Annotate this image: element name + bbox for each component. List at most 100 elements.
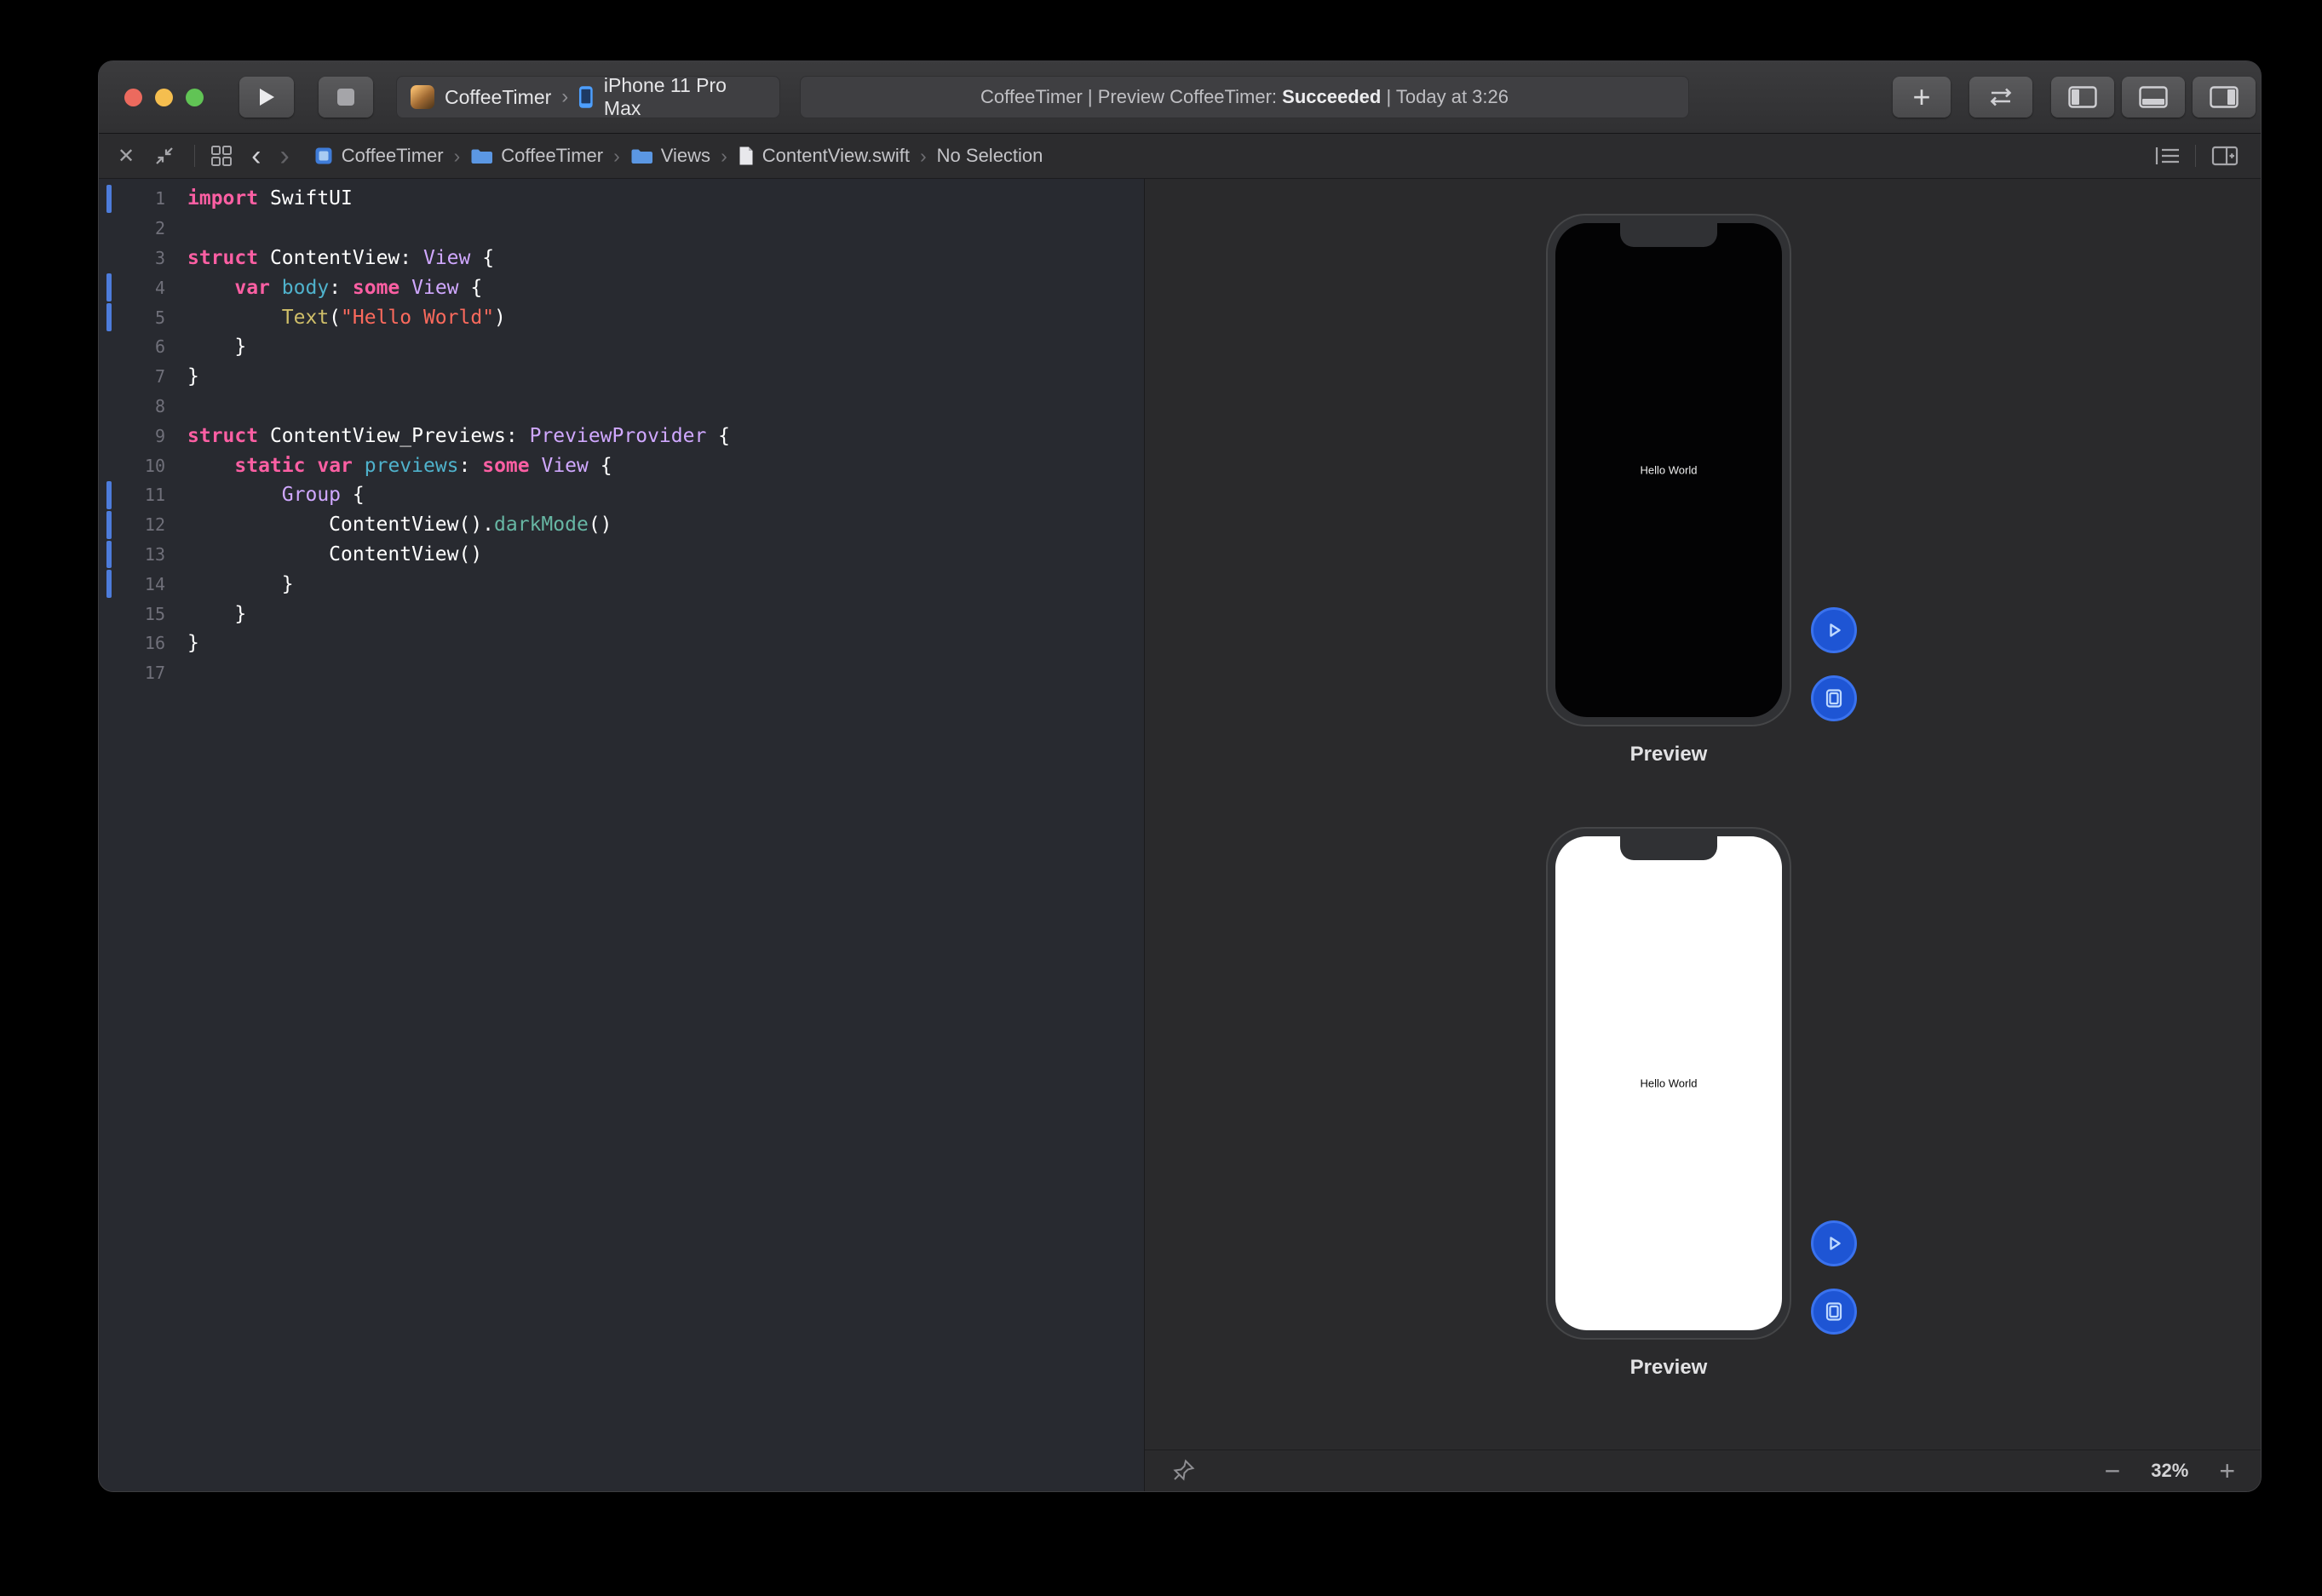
stop-icon xyxy=(337,89,354,106)
preview-on-device-button[interactable] xyxy=(1811,1289,1857,1335)
preview-phone[interactable]: Hello World xyxy=(1546,827,1791,1340)
related-items-icon[interactable] xyxy=(210,145,233,167)
change-indicator xyxy=(106,303,112,331)
project-icon xyxy=(313,146,334,166)
breadcrumb-separator: › xyxy=(613,145,620,168)
code-line[interactable]: 7} xyxy=(99,362,1144,392)
preview-on-device-icon xyxy=(1823,1300,1845,1323)
breadcrumb-item[interactable]: CoffeeTimer xyxy=(313,145,444,167)
code-line[interactable]: 11 Group { xyxy=(99,480,1144,510)
live-preview-button[interactable] xyxy=(1811,607,1857,653)
breadcrumb-item[interactable]: CoffeeTimer xyxy=(470,145,603,167)
close-button[interactable] xyxy=(124,89,142,106)
line-number[interactable]: 8 xyxy=(99,396,165,416)
activity-viewer[interactable]: CoffeeTimer | Preview CoffeeTimer: Succe… xyxy=(800,76,1689,118)
line-number[interactable]: 9 xyxy=(99,426,165,446)
code-line[interactable]: 3 struct ContentView: View { xyxy=(99,244,1144,273)
code-line[interactable]: 17 xyxy=(99,658,1144,688)
change-indicator xyxy=(106,541,112,569)
toggle-debug-area-button[interactable] xyxy=(2122,77,2185,118)
preview-screen[interactable]: Hello World xyxy=(1555,223,1782,717)
code-editor[interactable]: 1import SwiftUI 2 3 struct ContentView: Vie… xyxy=(99,179,1145,1491)
breadcrumb-label: Views xyxy=(661,145,710,167)
code-line[interactable]: 16} xyxy=(99,629,1144,658)
code-text: Text("Hello World") xyxy=(187,307,506,329)
divider xyxy=(2195,145,2196,167)
traffic-lights xyxy=(124,89,204,106)
code-text: Group { xyxy=(187,484,365,506)
add-editor-icon[interactable] xyxy=(2211,145,2239,167)
code-line[interactable]: 1import SwiftUI xyxy=(99,184,1144,214)
code-line[interactable]: 5 Text("Hello World") xyxy=(99,302,1144,332)
code-text: } xyxy=(187,336,246,358)
preview-phone[interactable]: Hello World xyxy=(1546,214,1791,726)
code-line[interactable]: 4 var body: some View { xyxy=(99,273,1144,302)
code-line[interactable]: 14 } xyxy=(99,569,1144,599)
breadcrumb-separator: › xyxy=(721,145,727,168)
toggle-navigator-button[interactable] xyxy=(2051,77,2114,118)
code-text: ContentView() xyxy=(187,543,482,565)
line-number[interactable]: 2 xyxy=(99,218,165,238)
line-number[interactable]: 10 xyxy=(99,456,165,476)
breadcrumb-label: CoffeeTimer xyxy=(501,145,603,167)
preview-screen[interactable]: Hello World xyxy=(1555,836,1782,1330)
breadcrumb-separator: › xyxy=(920,145,927,168)
swap-editors-button[interactable] xyxy=(1969,77,2032,118)
scheme-destination-label[interactable]: iPhone 11 Pro Max xyxy=(604,74,766,120)
code-line[interactable]: 8 xyxy=(99,392,1144,422)
code-line[interactable]: 6 } xyxy=(99,332,1144,362)
code-text: struct ContentView_Previews: PreviewProv… xyxy=(187,425,730,447)
library-plus-button[interactable]: + xyxy=(1893,77,1951,118)
pin-preview-button[interactable] xyxy=(1170,1458,1196,1484)
code-text: } xyxy=(187,632,199,654)
live-preview-button[interactable] xyxy=(1811,1220,1857,1266)
scheme-project-label[interactable]: CoffeeTimer xyxy=(445,86,551,109)
code-text: } xyxy=(187,365,199,388)
breadcrumb: CoffeeTimer › CoffeeTimer › Views › ContentVie… xyxy=(313,145,1043,168)
panel-toggle-group xyxy=(2051,77,2256,118)
code-line[interactable]: 10 static var previews: some View { xyxy=(99,451,1144,480)
line-number[interactable]: 7 xyxy=(99,366,165,387)
stop-button[interactable] xyxy=(319,77,373,118)
line-number[interactable]: 15 xyxy=(99,604,165,624)
run-button[interactable] xyxy=(239,77,294,118)
code-text: static var previews: some View { xyxy=(187,455,612,477)
preview-on-device-button[interactable] xyxy=(1811,675,1857,721)
code-text: var body: some View { xyxy=(187,277,482,299)
zoom-controls: − 32% + xyxy=(2105,1460,2235,1482)
code-line[interactable]: 15 } xyxy=(99,599,1144,629)
breadcrumb-item[interactable]: No Selection xyxy=(937,145,1043,167)
breadcrumb-item[interactable]: Views xyxy=(630,145,710,167)
line-number[interactable]: 6 xyxy=(99,336,165,357)
folder-icon xyxy=(630,147,653,165)
close-editor-icon[interactable]: ✕ xyxy=(118,144,135,169)
destination-phone-icon xyxy=(578,85,594,109)
code-line[interactable]: 9 struct ContentView_Previews: PreviewPro… xyxy=(99,421,1144,451)
phone-notch xyxy=(1620,223,1717,247)
code-line[interactable]: 12 ContentView().darkMode() xyxy=(99,510,1144,540)
line-number[interactable]: 3 xyxy=(99,248,165,268)
preview-group-light: Hello WorldPreview xyxy=(1546,827,1861,1398)
code-line[interactable]: 2 xyxy=(99,214,1144,244)
change-indicator xyxy=(106,273,112,301)
breadcrumb-label: ContentView.swift xyxy=(762,145,910,167)
minimize-editor-icon[interactable] xyxy=(153,145,175,167)
code-line[interactable]: 13 ContentView() xyxy=(99,540,1144,570)
line-number[interactable]: 16 xyxy=(99,633,165,653)
line-number[interactable]: 17 xyxy=(99,663,165,683)
breadcrumb-item[interactable]: ContentView.swift xyxy=(738,145,910,167)
preview-hello-text: Hello World xyxy=(1641,1077,1698,1090)
editor-options-icon[interactable] xyxy=(2154,145,2181,167)
scheme-selector[interactable]: CoffeeTimer › iPhone 11 Pro Max xyxy=(396,76,780,118)
inspector-panel-icon xyxy=(2210,86,2239,108)
preview-canvas: Hello WorldPreviewHello WorldPreview − 3… xyxy=(1145,179,2261,1491)
status-text: CoffeeTimer | Preview CoffeeTimer: Succe… xyxy=(980,86,1509,108)
breadcrumb-label: CoffeeTimer xyxy=(342,145,444,167)
toggle-inspectors-button[interactable] xyxy=(2193,77,2256,118)
code-text: struct ContentView: View { xyxy=(187,247,494,269)
change-indicator xyxy=(106,185,112,213)
canvas-bottom-bar: − 32% + xyxy=(1145,1450,2261,1491)
preview-list: Hello WorldPreviewHello WorldPreview xyxy=(1145,179,2261,1491)
minimize-button[interactable] xyxy=(155,89,173,106)
zoom-button[interactable] xyxy=(186,89,204,106)
